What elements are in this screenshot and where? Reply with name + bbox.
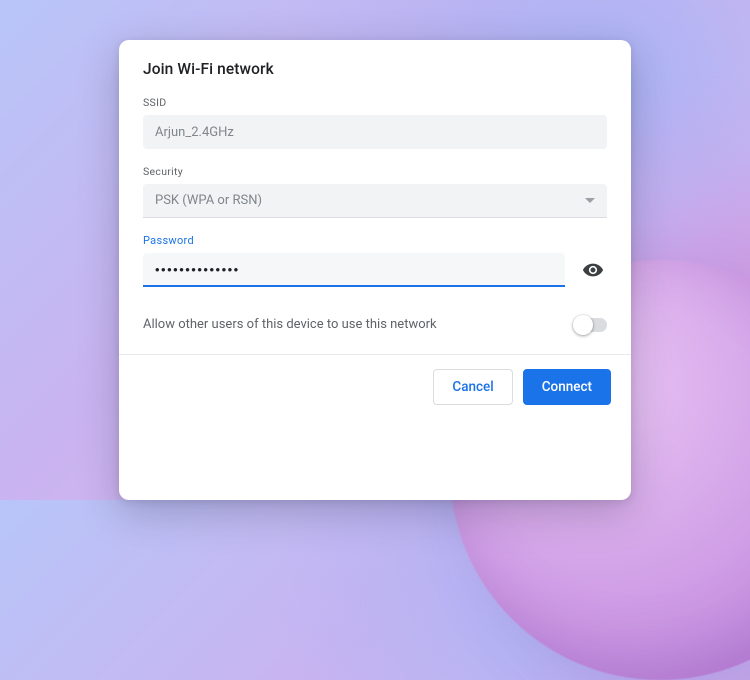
security-value: PSK (WPA or RSN) <box>155 193 262 208</box>
allow-other-users-label: Allow other users of this device to use … <box>143 317 437 332</box>
allow-other-users-toggle[interactable] <box>575 318 607 332</box>
password-input[interactable] <box>143 253 565 287</box>
security-label: Security <box>143 165 607 178</box>
password-row <box>143 253 607 287</box>
password-field: Password <box>143 234 607 287</box>
ssid-value: Arjun_2.4GHz <box>155 125 234 140</box>
dialog-actions: Cancel Connect <box>119 354 631 421</box>
ssid-label: SSID <box>143 96 607 109</box>
security-field: Security PSK (WPA or RSN) <box>143 165 607 218</box>
ssid-input[interactable]: Arjun_2.4GHz <box>143 115 607 149</box>
security-select[interactable]: PSK (WPA or RSN) <box>143 184 607 218</box>
dialog-content: Join Wi-Fi network SSID Arjun_2.4GHz Sec… <box>119 40 631 354</box>
chevron-down-icon <box>585 198 595 203</box>
password-label: Password <box>143 234 607 247</box>
allow-other-users-row: Allow other users of this device to use … <box>143 303 607 346</box>
dialog-title: Join Wi-Fi network <box>143 60 607 78</box>
connect-button[interactable]: Connect <box>523 369 611 405</box>
wifi-join-dialog: Join Wi-Fi network SSID Arjun_2.4GHz Sec… <box>119 40 631 500</box>
eye-icon[interactable] <box>579 259 607 281</box>
ssid-field: SSID Arjun_2.4GHz <box>143 96 607 149</box>
cancel-button[interactable]: Cancel <box>433 369 512 405</box>
